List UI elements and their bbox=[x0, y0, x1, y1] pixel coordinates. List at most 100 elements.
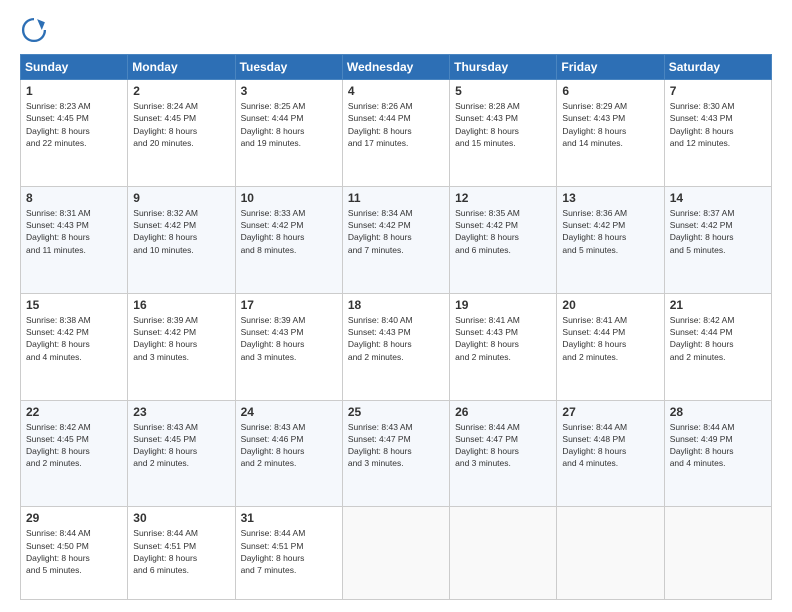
calendar-header-wednesday: Wednesday bbox=[342, 55, 449, 80]
calendar-cell: 7 Sunrise: 8:30 AM Sunset: 4:43 PM Dayli… bbox=[664, 80, 771, 187]
day-number: 24 bbox=[241, 405, 337, 419]
day-info: Sunrise: 8:39 AM Sunset: 4:42 PM Dayligh… bbox=[133, 314, 229, 363]
day-info: Sunrise: 8:44 AM Sunset: 4:48 PM Dayligh… bbox=[562, 421, 658, 470]
day-number: 14 bbox=[670, 191, 766, 205]
day-info: Sunrise: 8:32 AM Sunset: 4:42 PM Dayligh… bbox=[133, 207, 229, 256]
calendar-cell: 18 Sunrise: 8:40 AM Sunset: 4:43 PM Dayl… bbox=[342, 293, 449, 400]
day-info: Sunrise: 8:44 AM Sunset: 4:51 PM Dayligh… bbox=[133, 527, 229, 576]
calendar-cell bbox=[450, 507, 557, 600]
calendar-cell: 25 Sunrise: 8:43 AM Sunset: 4:47 PM Dayl… bbox=[342, 400, 449, 507]
day-number: 2 bbox=[133, 84, 229, 98]
calendar-week-4: 22 Sunrise: 8:42 AM Sunset: 4:45 PM Dayl… bbox=[21, 400, 772, 507]
day-number: 30 bbox=[133, 511, 229, 525]
day-info: Sunrise: 8:43 AM Sunset: 4:47 PM Dayligh… bbox=[348, 421, 444, 470]
calendar-week-5: 29 Sunrise: 8:44 AM Sunset: 4:50 PM Dayl… bbox=[21, 507, 772, 600]
calendar-header-row: SundayMondayTuesdayWednesdayThursdayFrid… bbox=[21, 55, 772, 80]
day-info: Sunrise: 8:44 AM Sunset: 4:50 PM Dayligh… bbox=[26, 527, 122, 576]
calendar-header-saturday: Saturday bbox=[664, 55, 771, 80]
header bbox=[20, 16, 772, 44]
day-info: Sunrise: 8:26 AM Sunset: 4:44 PM Dayligh… bbox=[348, 100, 444, 149]
day-info: Sunrise: 8:31 AM Sunset: 4:43 PM Dayligh… bbox=[26, 207, 122, 256]
day-number: 10 bbox=[241, 191, 337, 205]
calendar-header-friday: Friday bbox=[557, 55, 664, 80]
day-number: 3 bbox=[241, 84, 337, 98]
day-number: 15 bbox=[26, 298, 122, 312]
day-number: 19 bbox=[455, 298, 551, 312]
day-info: Sunrise: 8:28 AM Sunset: 4:43 PM Dayligh… bbox=[455, 100, 551, 149]
calendar-header-monday: Monday bbox=[128, 55, 235, 80]
calendar-cell: 19 Sunrise: 8:41 AM Sunset: 4:43 PM Dayl… bbox=[450, 293, 557, 400]
day-info: Sunrise: 8:38 AM Sunset: 4:42 PM Dayligh… bbox=[26, 314, 122, 363]
day-number: 12 bbox=[455, 191, 551, 205]
calendar-cell: 16 Sunrise: 8:39 AM Sunset: 4:42 PM Dayl… bbox=[128, 293, 235, 400]
calendar-cell: 27 Sunrise: 8:44 AM Sunset: 4:48 PM Dayl… bbox=[557, 400, 664, 507]
calendar-cell: 17 Sunrise: 8:39 AM Sunset: 4:43 PM Dayl… bbox=[235, 293, 342, 400]
calendar-cell: 11 Sunrise: 8:34 AM Sunset: 4:42 PM Dayl… bbox=[342, 186, 449, 293]
calendar-header-thursday: Thursday bbox=[450, 55, 557, 80]
calendar-cell bbox=[342, 507, 449, 600]
day-info: Sunrise: 8:37 AM Sunset: 4:42 PM Dayligh… bbox=[670, 207, 766, 256]
calendar-cell bbox=[557, 507, 664, 600]
day-number: 6 bbox=[562, 84, 658, 98]
calendar-cell: 15 Sunrise: 8:38 AM Sunset: 4:42 PM Dayl… bbox=[21, 293, 128, 400]
calendar-cell: 31 Sunrise: 8:44 AM Sunset: 4:51 PM Dayl… bbox=[235, 507, 342, 600]
calendar-cell: 2 Sunrise: 8:24 AM Sunset: 4:45 PM Dayli… bbox=[128, 80, 235, 187]
day-number: 23 bbox=[133, 405, 229, 419]
day-info: Sunrise: 8:35 AM Sunset: 4:42 PM Dayligh… bbox=[455, 207, 551, 256]
calendar-cell: 24 Sunrise: 8:43 AM Sunset: 4:46 PM Dayl… bbox=[235, 400, 342, 507]
calendar-cell: 23 Sunrise: 8:43 AM Sunset: 4:45 PM Dayl… bbox=[128, 400, 235, 507]
day-number: 9 bbox=[133, 191, 229, 205]
calendar-cell: 12 Sunrise: 8:35 AM Sunset: 4:42 PM Dayl… bbox=[450, 186, 557, 293]
calendar-cell: 5 Sunrise: 8:28 AM Sunset: 4:43 PM Dayli… bbox=[450, 80, 557, 187]
calendar-cell: 8 Sunrise: 8:31 AM Sunset: 4:43 PM Dayli… bbox=[21, 186, 128, 293]
calendar-cell: 6 Sunrise: 8:29 AM Sunset: 4:43 PM Dayli… bbox=[557, 80, 664, 187]
day-info: Sunrise: 8:43 AM Sunset: 4:45 PM Dayligh… bbox=[133, 421, 229, 470]
day-number: 7 bbox=[670, 84, 766, 98]
day-info: Sunrise: 8:33 AM Sunset: 4:42 PM Dayligh… bbox=[241, 207, 337, 256]
day-info: Sunrise: 8:29 AM Sunset: 4:43 PM Dayligh… bbox=[562, 100, 658, 149]
day-number: 21 bbox=[670, 298, 766, 312]
calendar-table: SundayMondayTuesdayWednesdayThursdayFrid… bbox=[20, 54, 772, 600]
day-number: 1 bbox=[26, 84, 122, 98]
day-info: Sunrise: 8:23 AM Sunset: 4:45 PM Dayligh… bbox=[26, 100, 122, 149]
day-number: 4 bbox=[348, 84, 444, 98]
calendar-cell: 4 Sunrise: 8:26 AM Sunset: 4:44 PM Dayli… bbox=[342, 80, 449, 187]
calendar-cell bbox=[664, 507, 771, 600]
day-info: Sunrise: 8:30 AM Sunset: 4:43 PM Dayligh… bbox=[670, 100, 766, 149]
day-info: Sunrise: 8:34 AM Sunset: 4:42 PM Dayligh… bbox=[348, 207, 444, 256]
calendar-cell: 20 Sunrise: 8:41 AM Sunset: 4:44 PM Dayl… bbox=[557, 293, 664, 400]
day-number: 27 bbox=[562, 405, 658, 419]
day-info: Sunrise: 8:24 AM Sunset: 4:45 PM Dayligh… bbox=[133, 100, 229, 149]
calendar-cell: 13 Sunrise: 8:36 AM Sunset: 4:42 PM Dayl… bbox=[557, 186, 664, 293]
calendar-cell: 26 Sunrise: 8:44 AM Sunset: 4:47 PM Dayl… bbox=[450, 400, 557, 507]
day-number: 29 bbox=[26, 511, 122, 525]
day-number: 5 bbox=[455, 84, 551, 98]
day-info: Sunrise: 8:44 AM Sunset: 4:49 PM Dayligh… bbox=[670, 421, 766, 470]
day-number: 20 bbox=[562, 298, 658, 312]
calendar-cell: 28 Sunrise: 8:44 AM Sunset: 4:49 PM Dayl… bbox=[664, 400, 771, 507]
calendar-cell: 10 Sunrise: 8:33 AM Sunset: 4:42 PM Dayl… bbox=[235, 186, 342, 293]
calendar-cell: 21 Sunrise: 8:42 AM Sunset: 4:44 PM Dayl… bbox=[664, 293, 771, 400]
day-number: 31 bbox=[241, 511, 337, 525]
calendar-cell: 1 Sunrise: 8:23 AM Sunset: 4:45 PM Dayli… bbox=[21, 80, 128, 187]
day-info: Sunrise: 8:44 AM Sunset: 4:47 PM Dayligh… bbox=[455, 421, 551, 470]
calendar-week-1: 1 Sunrise: 8:23 AM Sunset: 4:45 PM Dayli… bbox=[21, 80, 772, 187]
calendar-cell: 29 Sunrise: 8:44 AM Sunset: 4:50 PM Dayl… bbox=[21, 507, 128, 600]
day-number: 22 bbox=[26, 405, 122, 419]
day-info: Sunrise: 8:43 AM Sunset: 4:46 PM Dayligh… bbox=[241, 421, 337, 470]
calendar-cell: 30 Sunrise: 8:44 AM Sunset: 4:51 PM Dayl… bbox=[128, 507, 235, 600]
calendar-week-3: 15 Sunrise: 8:38 AM Sunset: 4:42 PM Dayl… bbox=[21, 293, 772, 400]
day-info: Sunrise: 8:42 AM Sunset: 4:44 PM Dayligh… bbox=[670, 314, 766, 363]
day-info: Sunrise: 8:41 AM Sunset: 4:44 PM Dayligh… bbox=[562, 314, 658, 363]
day-info: Sunrise: 8:36 AM Sunset: 4:42 PM Dayligh… bbox=[562, 207, 658, 256]
calendar-cell: 14 Sunrise: 8:37 AM Sunset: 4:42 PM Dayl… bbox=[664, 186, 771, 293]
calendar-cell: 22 Sunrise: 8:42 AM Sunset: 4:45 PM Dayl… bbox=[21, 400, 128, 507]
day-number: 13 bbox=[562, 191, 658, 205]
day-info: Sunrise: 8:25 AM Sunset: 4:44 PM Dayligh… bbox=[241, 100, 337, 149]
calendar-cell: 9 Sunrise: 8:32 AM Sunset: 4:42 PM Dayli… bbox=[128, 186, 235, 293]
calendar-week-2: 8 Sunrise: 8:31 AM Sunset: 4:43 PM Dayli… bbox=[21, 186, 772, 293]
day-info: Sunrise: 8:40 AM Sunset: 4:43 PM Dayligh… bbox=[348, 314, 444, 363]
day-number: 18 bbox=[348, 298, 444, 312]
day-info: Sunrise: 8:44 AM Sunset: 4:51 PM Dayligh… bbox=[241, 527, 337, 576]
logo bbox=[20, 16, 52, 44]
